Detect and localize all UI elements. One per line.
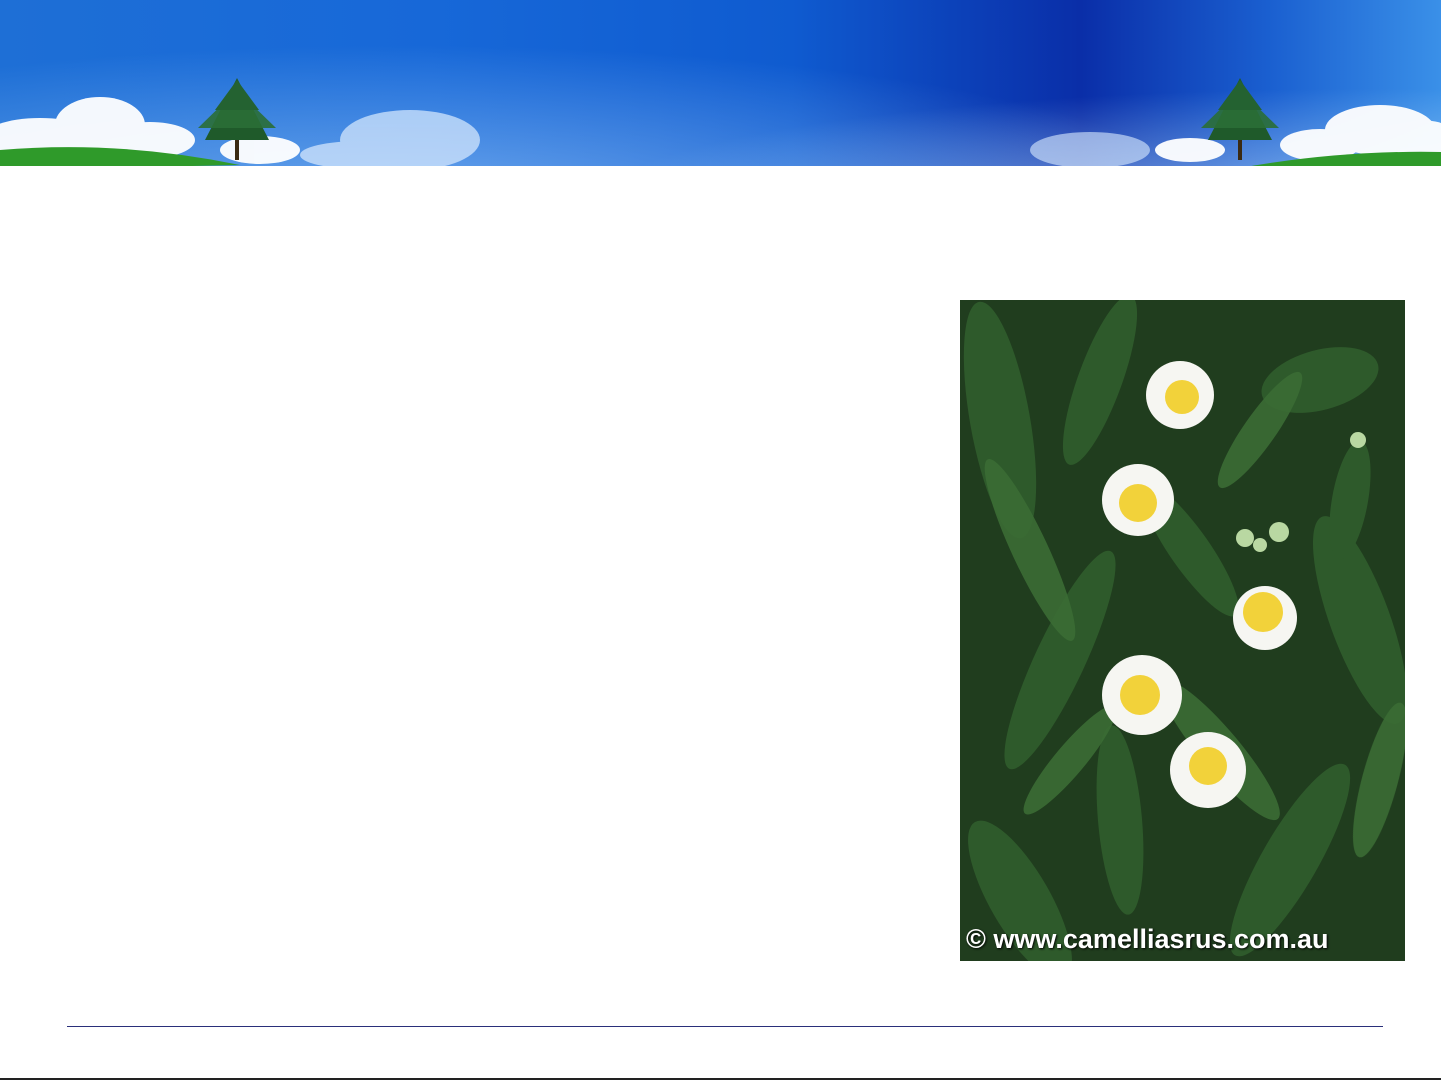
photo-watermark: © www.camelliasrus.com.au bbox=[966, 924, 1329, 954]
flower-2 bbox=[1102, 464, 1174, 536]
footer-divider bbox=[67, 1026, 1383, 1027]
flower-1 bbox=[1146, 361, 1214, 429]
header-banner bbox=[0, 0, 1441, 170]
flower-5 bbox=[1170, 732, 1246, 808]
camellia-photo: © www.camelliasrus.com.au bbox=[960, 300, 1405, 961]
flower-4 bbox=[1102, 655, 1182, 735]
bottom-rule bbox=[0, 1078, 1441, 1080]
banner-scenery bbox=[0, 78, 1441, 170]
flower-3 bbox=[1233, 586, 1297, 650]
camellia-flower-icon bbox=[960, 300, 1405, 961]
